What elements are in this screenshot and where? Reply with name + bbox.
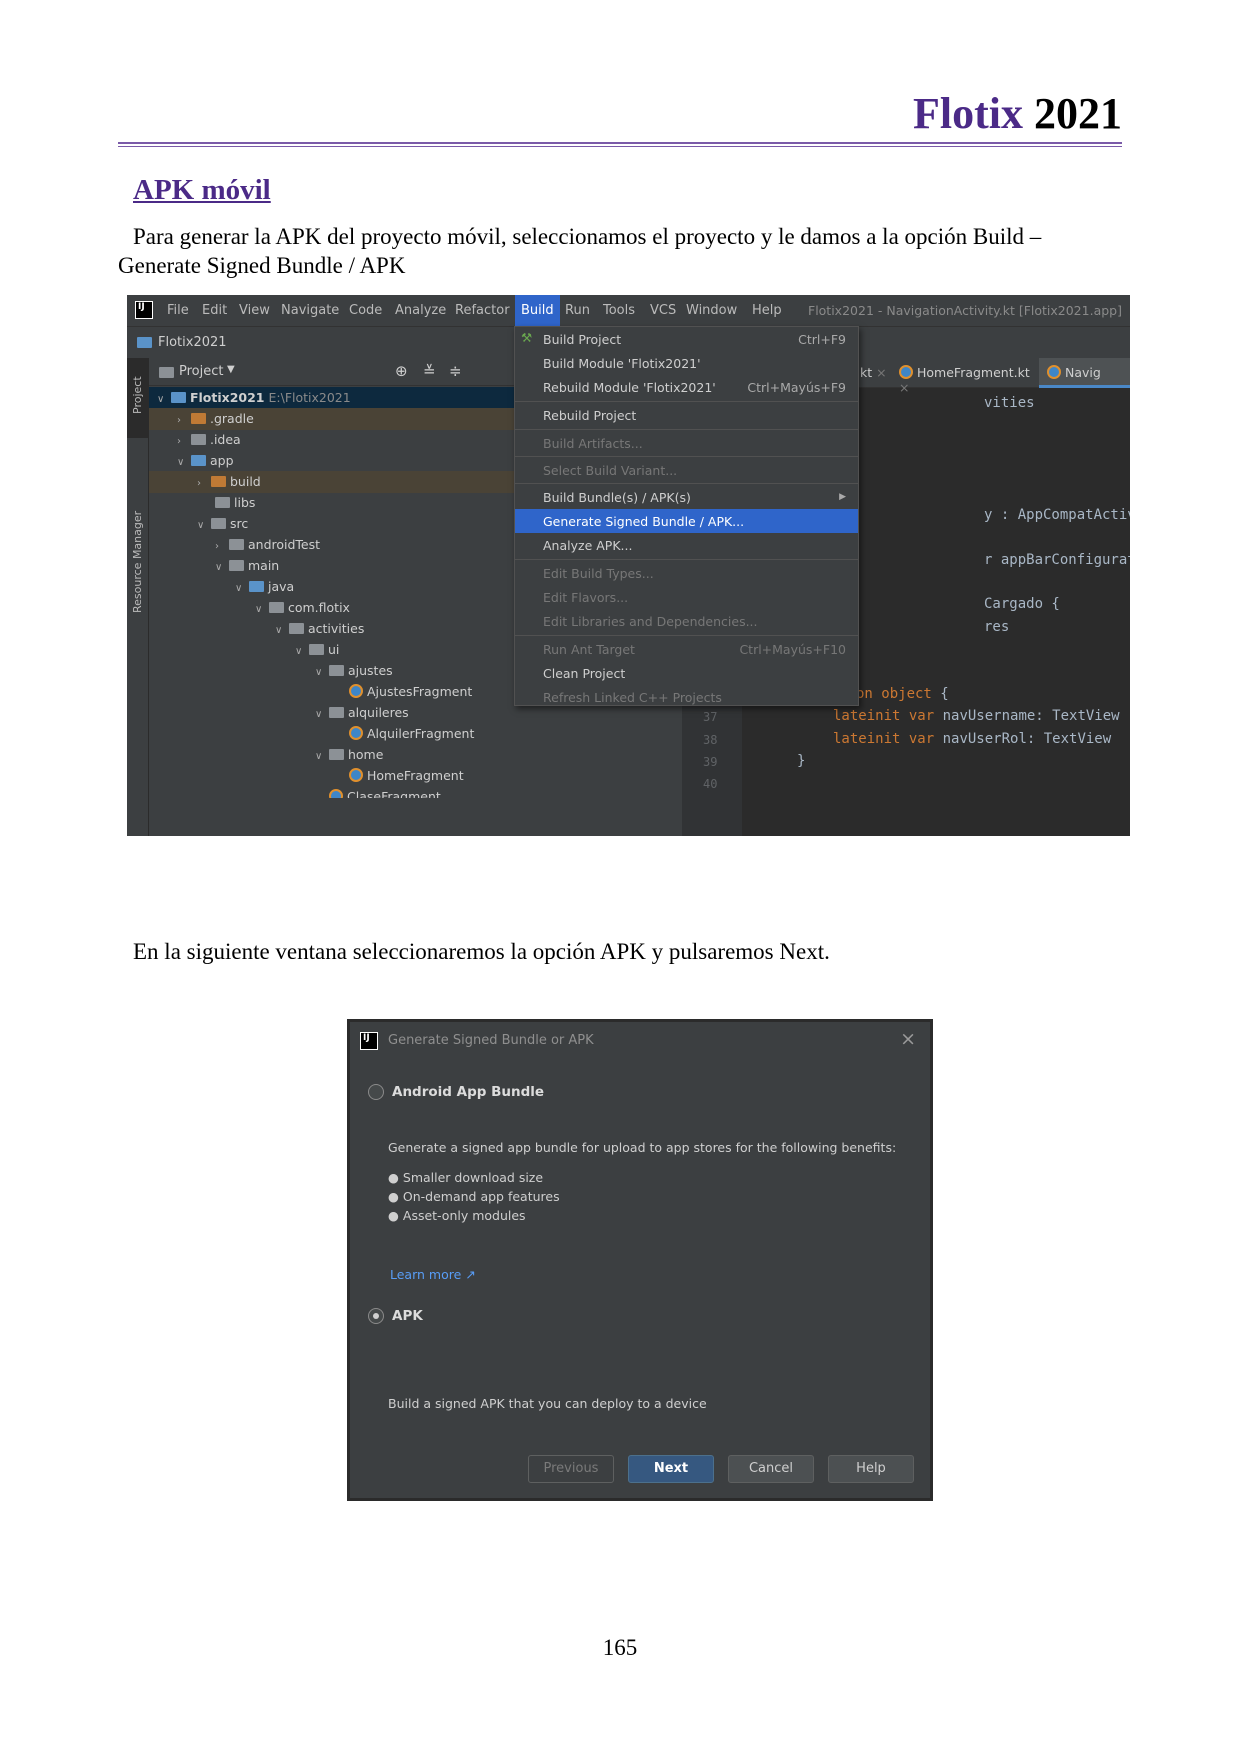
window-title: Flotix2021 - NavigationActivity.kt [Flot…	[808, 303, 1122, 318]
menu-item-run-ant-target[interactable]: Run Ant Target Ctrl+Mayús+F10	[515, 637, 858, 661]
breadcrumb[interactable]: Flotix2021	[158, 335, 227, 350]
line-number: 40	[703, 777, 718, 791]
tab-navigation-activity[interactable]: kt ×	[860, 365, 887, 380]
expand-all-icon[interactable]: ≚	[423, 362, 436, 380]
chevron-down-icon[interactable]: ▼	[227, 364, 235, 375]
radio-app-bundle[interactable]	[368, 1084, 384, 1100]
menu-item-build-artifacts[interactable]: Build Artifacts...	[515, 431, 858, 455]
header-rule	[118, 142, 1122, 144]
header-rule-thin	[118, 146, 1122, 147]
build-dropdown-menu: ⚒ Build Project Ctrl+F9 Build Module 'Flot…	[514, 326, 859, 706]
radio-apk[interactable]	[368, 1308, 384, 1324]
close-icon[interactable]: ×	[900, 1028, 916, 1050]
code-line: res	[984, 619, 1010, 635]
code-line: lateinit var navUsername: TextView	[833, 708, 1120, 724]
line-number: 37	[703, 710, 718, 724]
section-title: APK móvil	[133, 174, 271, 206]
benefit-list-item: ● On-demand app features	[388, 1189, 560, 1204]
submenu-arrow-icon: ▶	[839, 492, 846, 502]
menu-edit[interactable]: Edit	[202, 303, 227, 318]
tree-item-home[interactable]: ∨ home	[149, 744, 682, 766]
menu-window[interactable]: Window	[686, 303, 737, 318]
crosshair-icon[interactable]: ⊕	[395, 362, 408, 380]
menu-separator	[515, 456, 858, 457]
resource-manager-tab[interactable]: Resource Manager	[131, 511, 144, 613]
paragraph-generate-apk: Para generar la APK del proyecto móvil, …	[118, 224, 1042, 278]
menu-item-build-project[interactable]: ⚒ Build Project Ctrl+F9	[515, 327, 858, 351]
learn-more-link[interactable]: Learn more ↗	[390, 1267, 476, 1282]
hammer-icon: ⚒	[521, 330, 533, 345]
code-line: }	[797, 753, 806, 769]
generate-signed-dialog: IJ _ Generate Signed Bundle or APK × Andr…	[347, 1019, 933, 1501]
next-button[interactable]: Next	[628, 1455, 714, 1483]
tree-item-clasefragment[interactable]: ClaseFragment	[149, 786, 682, 798]
header-year: 2021	[1034, 89, 1122, 138]
tab-navig[interactable]: Navig	[1039, 358, 1130, 388]
menu-separator	[515, 401, 858, 402]
project-tool-tab[interactable]: Project	[127, 358, 149, 438]
menu-item-refresh-linked-cpp[interactable]: Refresh Linked C++ Projects	[515, 685, 858, 709]
menu-item-analyze-apk[interactable]: Analyze APK...	[515, 533, 858, 557]
help-button[interactable]: Help	[828, 1455, 914, 1483]
paragraph-select-apk: En la siguiente ventana seleccionaremos …	[133, 939, 830, 964]
menu-code[interactable]: Code	[349, 303, 382, 318]
menu-item-rebuild-project[interactable]: Rebuild Project	[515, 403, 858, 427]
previous-button[interactable]: Previous	[528, 1455, 614, 1483]
menu-item-build-module[interactable]: Build Module 'Flotix2021'	[515, 351, 858, 375]
menu-item-edit-flavors[interactable]: Edit Flavors...	[515, 585, 858, 609]
project-folder-icon	[137, 337, 152, 348]
menu-item-generate-signed-bundle[interactable]: Generate Signed Bundle / APK...	[515, 509, 858, 533]
menu-view[interactable]: View	[239, 303, 270, 318]
intellij-logo-icon: IJ _	[135, 301, 153, 320]
code-line: vities	[984, 395, 1035, 411]
menu-vcs[interactable]: VCS	[650, 303, 676, 318]
cancel-button[interactable]: Cancel	[728, 1455, 814, 1483]
menu-separator	[515, 635, 858, 636]
dialog-title: Generate Signed Bundle or APK	[388, 1033, 594, 1048]
code-line: Cargado {	[984, 596, 1060, 612]
page-number: 165	[602, 1635, 638, 1660]
menu-analyze[interactable]: Analyze	[395, 303, 446, 318]
menu-item-edit-libraries[interactable]: Edit Libraries and Dependencies...	[515, 609, 858, 633]
project-tool-label: Project	[131, 376, 144, 414]
line-number: 39	[703, 755, 718, 769]
code-line: y : AppCompatActivity() {	[984, 507, 1130, 523]
collapse-all-icon[interactable]: ≑	[449, 362, 462, 380]
menu-run[interactable]: Run	[565, 303, 590, 318]
menu-item-clean-project[interactable]: Clean Project	[515, 661, 858, 685]
code-line: lateinit var navUserRol: TextView	[833, 731, 1112, 747]
line-number: 38	[703, 733, 718, 747]
benefit-list-item: ● Smaller download size	[388, 1170, 544, 1185]
menu-refactor[interactable]: Refactor	[455, 303, 510, 318]
menu-file[interactable]: File	[167, 303, 189, 318]
tab-homefragment[interactable]: HomeFragment.kt ×	[891, 358, 1036, 395]
menu-separator	[515, 429, 858, 430]
menu-navigate[interactable]: Navigate	[281, 303, 339, 318]
header-brand: Flotix	[913, 89, 1023, 138]
project-view-selector[interactable]: Project	[179, 364, 223, 379]
option-apk-label[interactable]: APK	[392, 1308, 423, 1324]
menu-item-select-build-variant[interactable]: Select Build Variant...	[515, 458, 858, 482]
menu-separator	[515, 559, 858, 560]
menu-item-edit-build-types[interactable]: Edit Build Types...	[515, 561, 858, 585]
menu-item-build-bundles[interactable]: Build Bundle(s) / APK(s) ▶	[515, 485, 858, 509]
code-line: r appBarConfiguration: AppBarC	[984, 552, 1130, 568]
apk-description: Build a signed APK that you can deploy t…	[388, 1396, 707, 1411]
tree-item-alquilerfragment[interactable]: AlquilerFragment	[149, 723, 682, 745]
menu-item-rebuild-module[interactable]: Rebuild Module 'Flotix2021' Ctrl+Mayús+F9	[515, 375, 858, 399]
menu-tools[interactable]: Tools	[603, 303, 635, 318]
ide-menubar: IJ _ File Edit View Navigate Code Analyze…	[127, 295, 1130, 326]
menu-separator	[515, 483, 858, 484]
document-header-title: Flotix 2021	[913, 88, 1122, 139]
tree-item-homefragment[interactable]: HomeFragment	[149, 765, 682, 787]
option-app-bundle-label[interactable]: Android App Bundle	[392, 1084, 544, 1100]
bundle-description: Generate a signed app bundle for upload …	[388, 1140, 897, 1155]
menu-help[interactable]: Help	[752, 303, 782, 318]
intellij-logo-icon: IJ _	[360, 1032, 378, 1051]
benefit-list-item: ● Asset-only modules	[388, 1208, 526, 1223]
project-view-icon	[159, 367, 174, 378]
tool-window-strip: Project Resource Manager	[127, 358, 149, 836]
ide-screenshot: IJ _ File Edit View Navigate Code Analyze…	[127, 295, 1130, 836]
menu-build[interactable]: Build	[515, 295, 560, 326]
